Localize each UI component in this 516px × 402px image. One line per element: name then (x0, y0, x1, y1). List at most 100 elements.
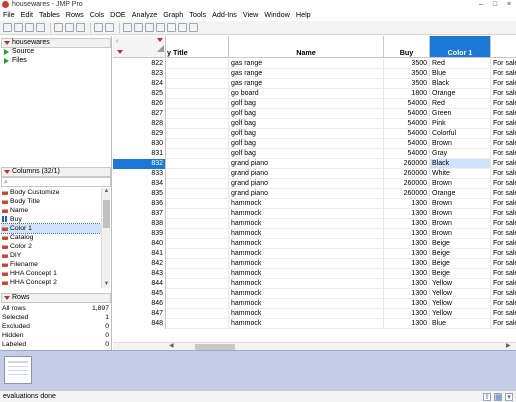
header-buy[interactable]: Buy (384, 36, 430, 58)
minimize-button[interactable]: – (474, 0, 488, 9)
column-list-item[interactable]: HHA Concept 1 (1, 269, 101, 278)
menu-edit[interactable]: Edit (21, 9, 33, 21)
row-number[interactable]: 831 (113, 149, 166, 159)
row-number[interactable]: 828 (113, 119, 166, 129)
menu-help[interactable]: Help (296, 9, 311, 21)
row-number[interactable]: 843 (113, 269, 166, 279)
row-number[interactable]: 838 (113, 219, 166, 229)
row-number[interactable]: 826 (113, 99, 166, 109)
column-list-item[interactable]: DIY (1, 251, 101, 260)
row-number[interactable]: 840 (113, 239, 166, 249)
row-number[interactable]: 824 (113, 79, 166, 89)
row-number[interactable]: 835 (113, 189, 166, 199)
paste-icon[interactable] (76, 23, 85, 32)
brush-tool-icon[interactable] (189, 23, 198, 32)
column-list-item[interactable]: Body Customize (1, 188, 101, 197)
maximize-button[interactable]: □ (488, 0, 502, 9)
arrow-tool-icon[interactable] (178, 23, 187, 32)
row-number[interactable]: 830 (113, 139, 166, 149)
row-number[interactable]: 837 (113, 209, 166, 219)
distribution-icon[interactable] (134, 23, 143, 32)
column-list-item[interactable]: Buy (1, 215, 101, 224)
menu-doe[interactable]: DOE (110, 9, 126, 21)
menu-file[interactable]: File (3, 9, 15, 21)
arrow-up-icon[interactable]: ⇧ (483, 393, 491, 401)
menu-analyze[interactable]: Analyze (132, 9, 158, 21)
scrollbar-thumb[interactable] (103, 200, 110, 228)
row-number[interactable]: 841 (113, 249, 166, 259)
menu-graph[interactable]: Graph (163, 9, 183, 21)
window-thumbnail[interactable] (4, 356, 32, 384)
row-number[interactable]: 827 (113, 109, 166, 119)
scroll-left-icon[interactable]: ◀ (169, 343, 174, 350)
disclosure-icon[interactable] (4, 296, 10, 300)
header-name[interactable]: Name (229, 36, 384, 58)
fit-model-icon[interactable] (156, 23, 165, 32)
header-more[interactable] (491, 36, 516, 58)
table-panel-header[interactable]: housewares (1, 38, 111, 48)
dropdown-icon[interactable]: ▾ (505, 393, 513, 401)
row-number[interactable]: 844 (113, 279, 166, 289)
chevron-left-icon[interactable]: ‹ (116, 38, 118, 45)
column-list-item[interactable]: Catalog (1, 233, 101, 242)
undo-icon[interactable] (94, 23, 103, 32)
new-script-icon[interactable] (14, 23, 23, 32)
tree-item-files[interactable]: Files (4, 57, 27, 65)
column-list-item[interactable]: HHA Concept 2 (1, 278, 101, 287)
save-icon[interactable] (36, 23, 45, 32)
rows-panel-header[interactable]: Rows (1, 293, 111, 303)
row-number[interactable]: 822 (113, 59, 166, 69)
columns-panel-header[interactable]: Columns (32/1) (1, 167, 111, 177)
row-number[interactable]: 834 (113, 179, 166, 189)
row-number[interactable]: 848 (113, 319, 166, 329)
column-list-item[interactable]: Color 2 (1, 242, 101, 251)
scroll-down-icon[interactable]: ▼ (103, 281, 110, 288)
cut-icon[interactable] (54, 23, 63, 32)
disclosure-icon[interactable] (4, 41, 10, 45)
scroll-right-icon[interactable]: ▶ (506, 343, 511, 350)
row-number[interactable]: 829 (113, 129, 166, 139)
open-icon[interactable] (25, 23, 34, 32)
menu-tools[interactable]: Tools (189, 9, 206, 21)
data-table-icon[interactable] (123, 23, 132, 32)
header-title[interactable]: y Title (166, 36, 229, 58)
row-number[interactable]: 846 (113, 299, 166, 309)
column-list-item[interactable]: Color 1 (1, 223, 101, 234)
new-table-icon[interactable] (3, 23, 12, 32)
row-number[interactable]: 832 (113, 159, 166, 169)
scroll-up-icon[interactable]: ▲ (103, 188, 110, 195)
tabulate-icon[interactable] (167, 23, 176, 32)
menu-window[interactable]: Window (264, 9, 290, 21)
column-search-input[interactable]: ⌕ (1, 177, 111, 187)
search-icon[interactable] (105, 23, 114, 32)
disclosure-icon[interactable] (4, 170, 10, 174)
menu-cols[interactable]: Cols (90, 9, 104, 21)
row-number[interactable]: 825 (113, 89, 166, 99)
row-number[interactable]: 842 (113, 259, 166, 269)
select-all-icon[interactable] (157, 45, 164, 52)
menu-view[interactable]: View (243, 9, 258, 21)
row-number[interactable]: 839 (113, 229, 166, 239)
row-number[interactable]: 833 (113, 169, 166, 179)
graph-builder-icon[interactable] (145, 23, 154, 32)
header-color-1[interactable]: Color 1 (430, 36, 491, 58)
column-list-scrollbar[interactable]: ▲ ▼ (101, 188, 110, 288)
nominal-column-icon (2, 234, 8, 240)
column-list-item[interactable]: Filename (1, 260, 101, 269)
menu-tables[interactable]: Tables (39, 9, 60, 21)
close-button[interactable]: × (502, 0, 516, 9)
columns-menu-icon[interactable] (157, 38, 163, 42)
row-number[interactable]: 823 (113, 69, 166, 79)
horizontal-scrollbar[interactable]: ◀ ▶ (113, 342, 516, 350)
menu-add-ins[interactable]: Add-Ins (212, 9, 237, 21)
row-number[interactable]: 845 (113, 289, 166, 299)
column-list-item[interactable]: Name (1, 206, 101, 215)
row-number[interactable]: 847 (113, 309, 166, 319)
copy-icon[interactable] (65, 23, 74, 32)
row-number[interactable]: 836 (113, 199, 166, 209)
rows-menu-icon[interactable] (117, 50, 123, 54)
tree-item-source[interactable]: Source (4, 48, 34, 56)
column-list-item[interactable]: Body Title (1, 197, 101, 206)
table-view-icon[interactable]: ▦ (494, 393, 502, 401)
menu-rows[interactable]: Rows (66, 9, 84, 21)
